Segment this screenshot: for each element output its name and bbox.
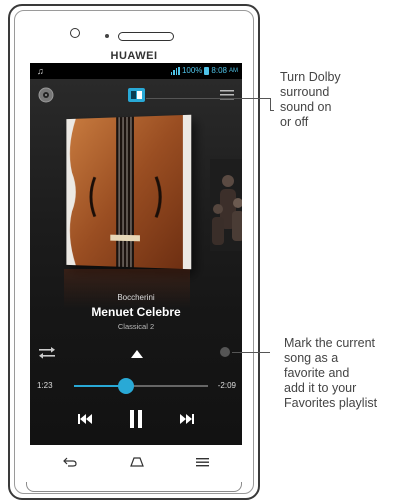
status-indicators: 100% 8:08 AM (170, 66, 238, 75)
battery-percent: 100% (181, 66, 203, 75)
front-camera (70, 28, 80, 38)
menu-icon[interactable] (220, 89, 234, 101)
remaining-time: -2:09 (217, 381, 236, 390)
status-time: 8:08 (211, 66, 227, 75)
menu-icon[interactable] (196, 457, 209, 467)
previous-track-icon[interactable] (78, 414, 92, 424)
elapsed-time: 1:23 (37, 381, 53, 390)
next-album-art[interactable] (210, 159, 242, 251)
status-bar: ♫ 100% 8:08 AM (30, 63, 242, 79)
favorite-button[interactable] (220, 347, 230, 357)
home-icon[interactable] (130, 457, 144, 467)
navigation-bar (30, 448, 242, 476)
phone-bottom-edge (26, 482, 242, 492)
track-artist: Boccherini (117, 293, 155, 302)
dolby-callout-line-vertical (270, 98, 271, 110)
favorite-callout: Mark the current song as a favorite and … (284, 336, 377, 411)
dolby-callout-line-tail (270, 110, 274, 111)
favorite-callout-line-1: Mark the current (284, 336, 376, 350)
favorite-callout-line-2: song as a (284, 351, 339, 365)
status-ampm: AM (229, 67, 238, 74)
favorite-callout-line-3: favorite and (284, 366, 350, 380)
music-note-icon: ♫ (37, 66, 44, 76)
transport-controls (30, 409, 242, 431)
back-icon[interactable] (63, 457, 77, 467)
pause-icon[interactable] (129, 410, 143, 428)
next-track-icon[interactable] (180, 414, 194, 424)
player-top-controls (30, 87, 242, 107)
proximity-sensor (105, 34, 109, 38)
dolby-callout-line (146, 98, 270, 99)
favorite-callout-line-4: add it to your (284, 381, 357, 395)
battery-icon (204, 66, 210, 75)
signal-icon (170, 66, 180, 75)
phone-screen: ♫ 100% 8:08 AM Boccherini Menuet Celebre… (30, 63, 242, 445)
dolby-callout: Turn Dolby surround sound on or off (280, 70, 341, 130)
earpiece (118, 32, 174, 41)
track-album: Classical 2 (117, 322, 155, 331)
album-art[interactable] (66, 114, 192, 270)
dolby-callout-line-1: Turn Dolby (280, 70, 341, 84)
dolby-icon (131, 91, 142, 99)
track-info: Boccherini Menuet Celebre Classical 2 (30, 293, 242, 331)
shuffle-icon[interactable] (39, 347, 55, 359)
dolby-callout-line-2: surround (280, 85, 330, 99)
dolby-callout-line-4: or off (280, 115, 309, 129)
brand-logo: HUAWEI (110, 50, 158, 62)
seek-bar[interactable] (74, 378, 208, 394)
dolby-callout-line-3: sound on (280, 100, 332, 114)
expand-up-icon[interactable] (131, 350, 143, 358)
dolby-button[interactable] (128, 88, 145, 102)
disc-icon[interactable] (38, 87, 54, 103)
track-title: Menuet Celebre (91, 305, 181, 319)
favorite-callout-line (232, 352, 270, 353)
favorite-callout-line-5: Favorites playlist (284, 396, 378, 410)
